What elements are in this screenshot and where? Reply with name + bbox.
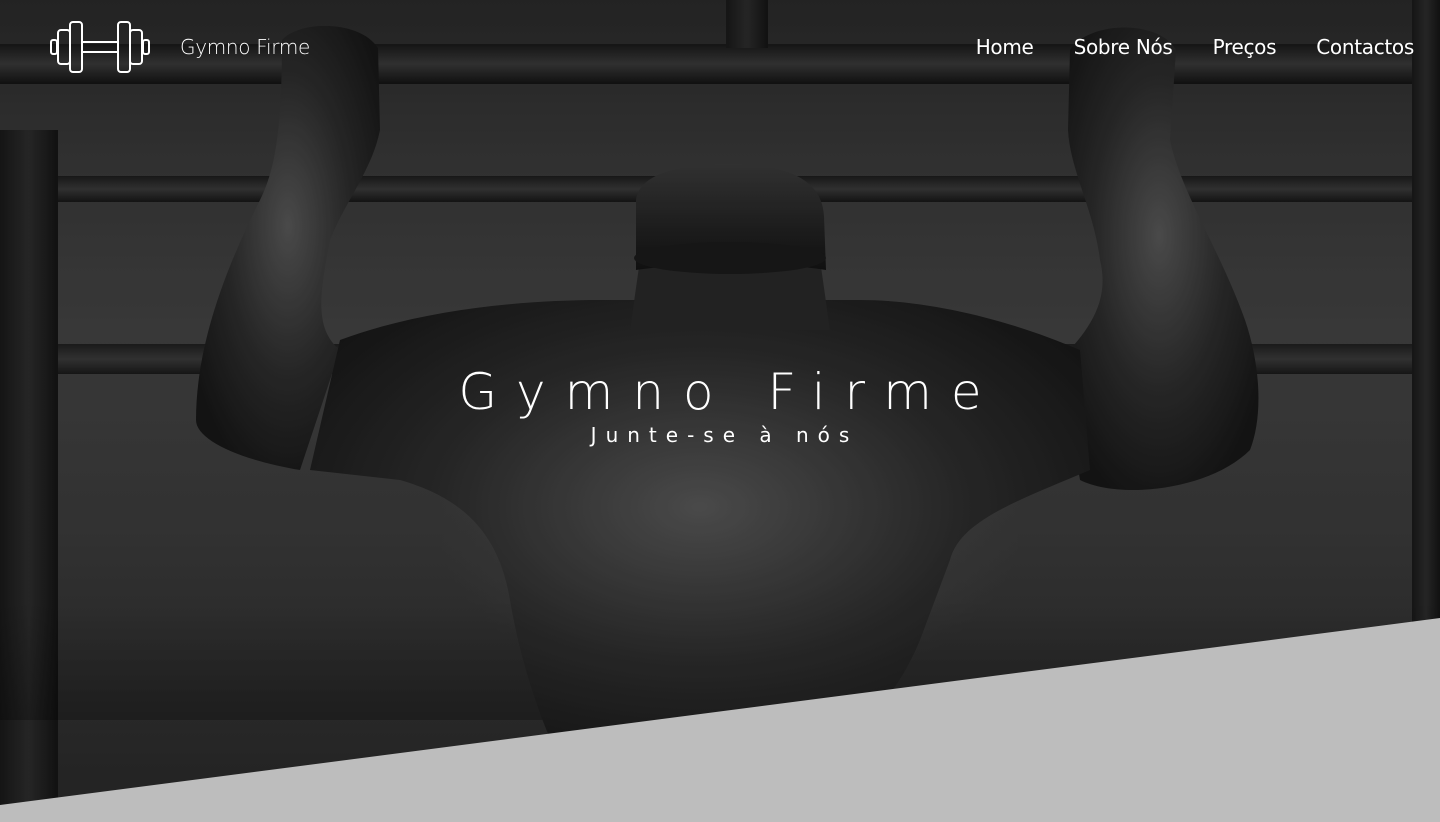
nav-link-sobre-nos[interactable]: Sobre Nós bbox=[1074, 35, 1173, 59]
hero-text: Gymno Firme Junte-se à nós bbox=[0, 360, 1440, 446]
dumbbell-icon bbox=[50, 21, 150, 73]
navbar: Gymno Firme Home Sobre Nós Preços Contac… bbox=[0, 0, 1440, 94]
brand-link[interactable]: Gymno Firme bbox=[50, 21, 310, 73]
nav-link-contactos[interactable]: Contactos bbox=[1316, 35, 1414, 59]
nav-link-precos[interactable]: Preços bbox=[1213, 35, 1277, 59]
hero-section: Gymno Firme Home Sobre Nós Preços Contac… bbox=[0, 0, 1440, 822]
nav-links: Home Sobre Nós Preços Contactos bbox=[936, 35, 1415, 59]
hero-subtitle: Junte-se à nós bbox=[590, 423, 859, 447]
brand-name: Gymno Firme bbox=[180, 35, 311, 59]
nav-link-home[interactable]: Home bbox=[976, 35, 1034, 59]
hero-title: Gymno Firme bbox=[458, 363, 1001, 421]
